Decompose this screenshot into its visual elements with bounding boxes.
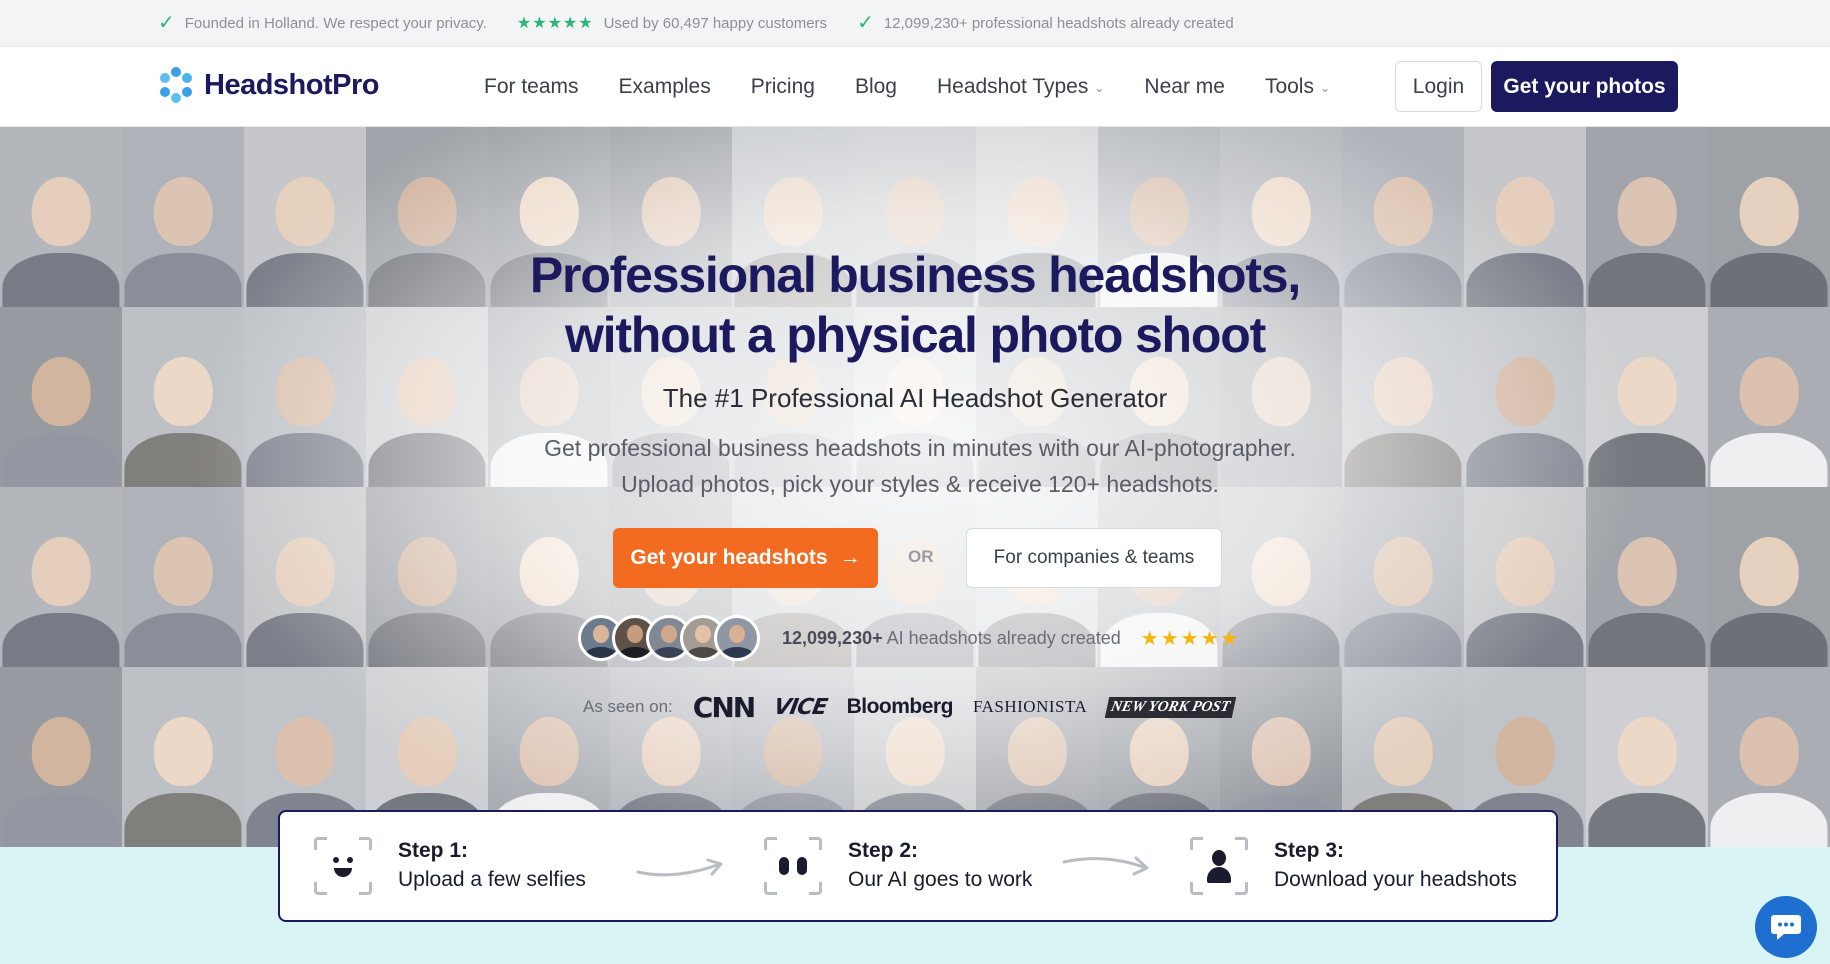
rating-stars-icon: ★★★★★ bbox=[1140, 627, 1241, 650]
step-3-desc: Download your headshots bbox=[1274, 868, 1517, 891]
or-separator: OR bbox=[908, 547, 934, 566]
top-announcement-bar: ✓ Founded in Holland. We respect your pr… bbox=[0, 0, 1830, 47]
step-3: Step 3: Download your headshots bbox=[1190, 812, 1517, 920]
nav-blog-label: Blog bbox=[854, 75, 897, 98]
nav-for-teams-label: For teams bbox=[484, 75, 579, 98]
headshots-created-text: 12,099,230+ AI headshots already created bbox=[782, 628, 1121, 649]
headshot-person-icon bbox=[1190, 837, 1248, 895]
hero-description: Get professional business headshots in m… bbox=[544, 435, 1296, 497]
social-proof: 12,099,230+ AI headshots already created… bbox=[578, 614, 1240, 662]
companies-teams-button[interactable]: For companies & teams bbox=[966, 528, 1222, 588]
customers-note: ★★★★★ Used by 60,497 happy customers bbox=[517, 13, 827, 33]
nav-headshot-types-label: Headshot Types bbox=[936, 75, 1089, 98]
new-york-post-logo: NEW YORK POST bbox=[1105, 696, 1237, 718]
nav-for-teams[interactable]: For teams bbox=[484, 75, 579, 99]
check-icon: ✓ bbox=[158, 12, 175, 34]
customers-text: Used by 60,497 happy customers bbox=[603, 14, 828, 32]
nav-near-me[interactable]: Near me bbox=[1144, 75, 1225, 99]
nav-near-me-label: Near me bbox=[1144, 75, 1225, 98]
cnn-logo: CNN bbox=[692, 690, 756, 724]
nav-tools-label: Tools bbox=[1264, 75, 1314, 98]
step-2-desc: Our AI goes to work bbox=[848, 868, 1033, 891]
main-navigation: HeadshotPro For teams Examples Pricing B… bbox=[0, 47, 1830, 127]
get-your-photos-button[interactable]: Get your photos bbox=[1491, 61, 1678, 112]
how-it-works-steps: Step 1: Upload a few selfies Step 2: Our… bbox=[278, 810, 1558, 922]
privacy-note: ✓ Founded in Holland. We respect your pr… bbox=[158, 13, 487, 33]
customer-avatars bbox=[578, 615, 760, 661]
nav-tools[interactable]: Tools ⌄ bbox=[1265, 75, 1330, 99]
arrow-right-icon: → bbox=[839, 546, 861, 569]
ai-eyes-icon bbox=[764, 837, 822, 895]
step-1: Step 1: Upload a few selfies bbox=[314, 812, 586, 920]
nav-links: For teams Examples Pricing Blog Headshot… bbox=[484, 47, 1330, 127]
step-3-title: Step 3: bbox=[1274, 839, 1345, 862]
arrow-right-icon bbox=[636, 858, 723, 877]
as-seen-on-label: As seen on: bbox=[583, 697, 673, 716]
hero-title-line-1: Professional business headshots, bbox=[529, 247, 1301, 303]
chat-bubble-icon bbox=[1771, 915, 1801, 940]
headshots-created-label: AI headshots already created bbox=[882, 627, 1121, 648]
bloomberg-logo: Bloomberg bbox=[846, 695, 954, 718]
hero-title-line-2: without a physical photo shoot bbox=[564, 307, 1266, 363]
avatar bbox=[714, 615, 760, 661]
nav-blog[interactable]: Blog bbox=[855, 75, 897, 99]
chevron-down-icon: ⌄ bbox=[1319, 81, 1331, 95]
login-button[interactable]: Login bbox=[1395, 61, 1482, 112]
nav-pricing[interactable]: Pricing bbox=[751, 75, 815, 99]
step-1-title: Step 1: bbox=[398, 839, 469, 862]
created-text: 12,099,230+ professional headshots alrea… bbox=[883, 14, 1234, 32]
nav-examples-label: Examples bbox=[618, 75, 711, 98]
brand-name: HeadshotPro bbox=[204, 68, 379, 101]
created-note: ✓ 12,099,230+ professional headshots alr… bbox=[857, 13, 1234, 33]
headshots-created-count: 12,099,230+ bbox=[782, 627, 883, 648]
nav-examples[interactable]: Examples bbox=[619, 75, 711, 99]
hero-title: Professional business headshots, without… bbox=[0, 245, 1830, 365]
nav-headshot-types[interactable]: Headshot Types ⌄ bbox=[937, 75, 1104, 99]
hero-subtitle: The #1 Professional AI Headshot Generato… bbox=[662, 383, 1168, 413]
as-seen-on: As seen on: CNN VICE Bloomberg FASHIONIS… bbox=[583, 690, 1237, 724]
chevron-down-icon: ⌄ bbox=[1094, 81, 1105, 95]
selfie-face-icon bbox=[314, 837, 372, 895]
get-your-headshots-button[interactable]: Get your headshots → bbox=[613, 528, 878, 588]
logo-link[interactable]: HeadshotPro bbox=[158, 67, 379, 103]
logo-icon bbox=[160, 67, 192, 103]
rating-stars-icon: ★★★★★ bbox=[516, 15, 594, 32]
check-icon: ✓ bbox=[857, 12, 874, 34]
step-2-title: Step 2: bbox=[848, 839, 919, 862]
arrow-right-icon bbox=[1062, 856, 1149, 876]
vice-logo: VICE bbox=[771, 694, 829, 720]
fashionista-logo: FASHIONISTA bbox=[972, 697, 1088, 716]
step-1-desc: Upload a few selfies bbox=[398, 868, 586, 891]
nav-pricing-label: Pricing bbox=[750, 75, 815, 98]
hero-section: Professional business headshots, without… bbox=[0, 127, 1830, 847]
step-2: Step 2: Our AI goes to work bbox=[764, 812, 1032, 920]
get-your-headshots-label: Get your headshots bbox=[630, 546, 828, 569]
chat-widget-button[interactable] bbox=[1755, 896, 1817, 958]
privacy-text: Founded in Holland. We respect your priv… bbox=[184, 14, 487, 32]
